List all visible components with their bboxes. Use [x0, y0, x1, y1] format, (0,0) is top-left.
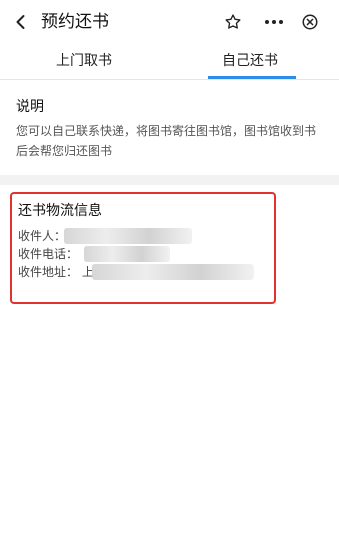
page-title: 预约还书: [41, 12, 109, 32]
address-label: 收件地址： 上: [18, 264, 94, 280]
address-label-text: 收件地址：: [18, 265, 79, 279]
tab-bar: 上门取书 自己还书: [0, 44, 339, 80]
more-button[interactable]: [262, 10, 286, 34]
active-tab-indicator: [208, 76, 296, 79]
info-section: 说明 您可以自己联系快递，将图书寄往图书馆，图书馆收到书后会帮您归还图书: [0, 80, 339, 175]
favorite-button[interactable]: [221, 10, 245, 34]
tab-self-return[interactable]: 自己还书: [222, 51, 278, 71]
more-horizontal-icon: [265, 20, 283, 24]
redacted-recipient: [64, 228, 192, 244]
close-circle-icon: [302, 14, 318, 30]
section-divider: [0, 175, 339, 185]
back-button[interactable]: [8, 9, 34, 35]
return-logistics-title: 还书物流信息: [18, 203, 102, 219]
tab-pickup[interactable]: 上门取书: [56, 51, 112, 71]
info-description: 您可以自己联系快递，将图书寄往图书馆，图书馆收到书后会帮您归还图书: [16, 124, 317, 158]
star-outline-icon: [225, 14, 241, 29]
redacted-address: [92, 264, 254, 280]
info-title: 说明: [16, 99, 44, 115]
close-button[interactable]: [298, 10, 322, 34]
top-bar: 预约还书: [0, 0, 339, 44]
phone-label: 收件电话：: [18, 247, 79, 261]
chevron-left-icon: [16, 15, 25, 29]
return-logistics-card: 还书物流信息 收件人： 收件电话： 收件地址： 上: [10, 192, 276, 304]
recipient-label: 收件人：: [18, 229, 67, 243]
redacted-phone: [84, 246, 170, 262]
